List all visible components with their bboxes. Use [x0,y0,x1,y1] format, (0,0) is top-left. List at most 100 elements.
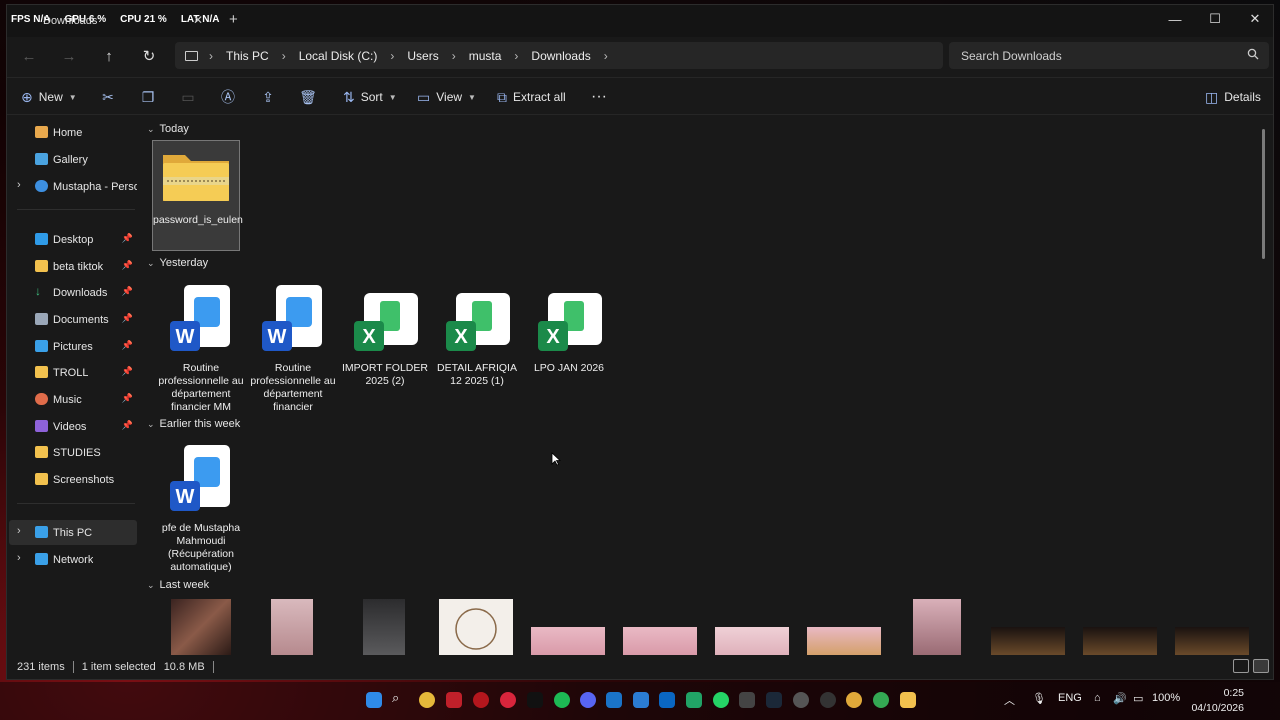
image-thumbnail[interactable] [531,627,605,655]
tab-close-icon[interactable]: ✕ [193,13,203,27]
large-icons-view-icon[interactable] [1253,659,1269,673]
share-icon[interactable]: ⇪ [257,87,279,107]
whatsapp-icon[interactable] [713,692,729,708]
chevron-right-icon[interactable]: › [385,49,399,63]
image-thumbnail[interactable] [623,627,697,655]
language-indicator[interactable]: ENG [1058,692,1082,704]
sidebar-item-studies[interactable]: STUDIES [9,440,137,465]
view-button[interactable]: ▭ View ▼ [417,87,476,107]
minimize-icon[interactable]: ― [1155,5,1195,33]
sidebar-item-screenshots[interactable]: Screenshots [9,467,137,492]
file-tile-word[interactable]: W Routine professionnelle au département… [157,283,245,414]
image-thumbnail[interactable] [363,599,405,655]
cut-icon[interactable]: ✂ [97,87,119,107]
tiktok-icon[interactable] [527,692,543,708]
sidebar-item-troll[interactable]: TROLL 📌 [9,360,137,385]
rename-icon[interactable]: Ⓐ [217,87,239,107]
chevron-right-icon[interactable]: › [447,49,461,63]
close-icon[interactable]: ✕ [1235,5,1275,33]
file-explorer-icon[interactable] [900,692,916,708]
chevron-right-icon[interactable]: › [509,49,523,63]
chevron-right-icon[interactable]: › [17,525,21,537]
more-options-icon[interactable]: ··· [591,87,607,107]
sidebar-item-documents[interactable]: Documents 📌 [9,307,137,332]
file-tile-word[interactable]: W pfe de Mustapha Mahmoudi (Récupération… [157,443,245,574]
pinterest-icon[interactable] [500,692,516,708]
file-tile-zip[interactable]: password_is_eulen [152,140,243,251]
paste-icon[interactable]: ▭ [177,87,199,107]
opera-icon[interactable] [473,692,489,708]
vertical-scrollbar[interactable] [1262,129,1265,259]
up-arrow-icon[interactable]: ↑ [97,45,121,67]
settings-gear-icon[interactable] [793,692,809,708]
details-button[interactable]: ◫ Details [1205,87,1261,107]
image-thumbnail[interactable] [1083,627,1157,655]
breadcrumb-users[interactable]: Users [399,49,446,63]
file-tile-excel[interactable]: X LPO JAN 2026 [525,283,613,375]
app-icon[interactable] [446,692,462,708]
chevron-right-icon[interactable]: › [277,49,291,63]
breadcrumb-local-disk[interactable]: Local Disk (C:) [291,49,386,63]
group-header-last-week[interactable]: ⌄ Last week [147,579,209,591]
sidebar-item-pictures[interactable]: Pictures 📌 [9,334,137,359]
image-thumbnail[interactable] [439,599,513,655]
details-view-icon[interactable] [1233,659,1249,673]
group-header-earlier-this-week[interactable]: ⌄ Earlier this week [147,418,240,430]
tab-downloads[interactable]: Downloads [43,15,97,27]
app-icon[interactable] [846,692,862,708]
chrome-icon[interactable] [419,692,435,708]
address-bar[interactable]: › This PC › Local Disk (C:) › Users › mu… [175,42,943,69]
copy-icon[interactable]: ❐ [137,87,159,107]
sidebar-item-home[interactable]: Home [9,120,137,145]
extract-all-button[interactable]: ⧉ Extract all [497,87,566,107]
group-header-yesterday[interactable]: ⌄ Yesterday [147,257,208,269]
search-input[interactable]: Search Downloads [949,42,1269,69]
network-status-icon[interactable]: ⌂ [1094,692,1101,704]
forward-arrow-icon[interactable]: → [57,45,81,67]
file-tile-excel[interactable]: X DETAIL AFRIQIA 12 2025 (1) [433,283,521,388]
back-arrow-icon[interactable]: ← [17,45,41,67]
group-header-today[interactable]: ⌄ Today [147,123,189,135]
image-thumbnail[interactable] [991,627,1065,655]
image-thumbnail[interactable] [171,599,231,655]
spotify-icon[interactable] [554,692,570,708]
sidebar-item-downloads[interactable]: ↓ Downloads 📌 [9,280,137,305]
sidebar-item-music[interactable]: Music 📌 [9,387,137,412]
image-thumbnail[interactable] [271,599,313,655]
tray-overflow-chevron-icon[interactable]: ︿ [1004,692,1015,708]
refresh-icon[interactable]: ↻ [137,45,161,67]
start-windows-icon[interactable] [366,692,382,708]
sidebar-item-gallery[interactable]: Gallery [9,147,137,172]
image-thumbnail[interactable] [715,627,789,655]
steam-icon[interactable] [766,692,782,708]
chevron-right-icon[interactable]: › [17,179,21,191]
sidebar-item-videos[interactable]: Videos 📌 [9,414,137,439]
chevron-right-icon[interactable]: › [17,552,21,564]
linkedin-icon[interactable] [659,692,675,708]
excel-app-icon[interactable] [686,692,702,708]
sort-button[interactable]: ⇅ Sort ▼ [343,87,397,107]
word-app-icon[interactable] [633,692,649,708]
sidebar-item-this-pc[interactable]: › This PC [9,520,137,545]
maximize-icon[interactable]: ☐ [1195,5,1235,33]
file-tile-word[interactable]: W Routine professionnelle au département… [249,283,337,414]
volume-icon[interactable]: 🔊 [1113,692,1127,705]
sidebar-item-desktop[interactable]: Desktop 📌 [9,227,137,252]
app-icon[interactable] [739,692,755,708]
search-icon[interactable] [1247,48,1259,60]
file-tile-excel[interactable]: X IMPORT FOLDER 2025 (2) [341,283,429,388]
new-button[interactable]: ⊕ New ▼ [21,87,77,107]
image-thumbnail[interactable] [807,627,881,655]
battery-icon[interactable]: ▭ [1133,692,1143,705]
breadcrumb-downloads[interactable]: Downloads [523,49,598,63]
image-thumbnail[interactable] [913,599,961,655]
sidebar-item-beta-tiktok[interactable]: beta tiktok 📌 [9,254,137,279]
outlook-icon[interactable] [606,692,622,708]
sidebar-item-onedrive[interactable]: › Mustapha - Persona [9,174,137,199]
chatgpt-icon[interactable] [820,692,836,708]
breadcrumb-this-pc[interactable]: This PC [218,49,277,63]
chevron-right-icon[interactable]: › [204,49,218,63]
breadcrumb-musta[interactable]: musta [461,49,510,63]
chrome-icon[interactable] [873,692,889,708]
delete-icon[interactable]: 🗑 [297,87,319,107]
